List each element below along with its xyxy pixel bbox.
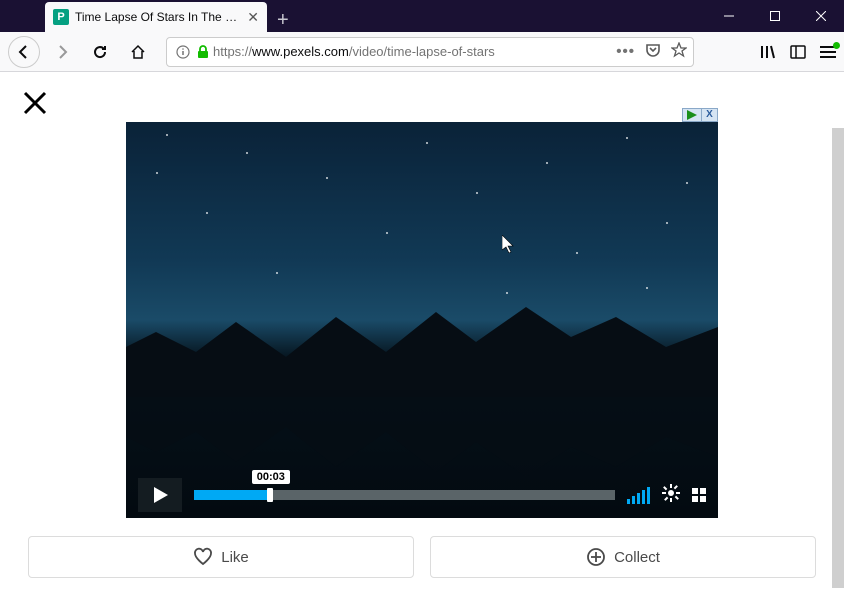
url-bar[interactable]: https://www.pexels.com/video/time-lapse-… [166, 37, 694, 67]
menu-button[interactable] [820, 46, 836, 58]
close-overlay-button[interactable] [22, 90, 48, 121]
urlbar-actions: ••• [616, 42, 687, 62]
window-maximize-button[interactable] [752, 0, 798, 32]
collect-button[interactable]: Collect [430, 536, 816, 578]
reload-button[interactable] [84, 36, 116, 68]
window-titlebar: P Time Lapse Of Stars In The Sky ✕ + [0, 0, 844, 32]
pocket-icon[interactable] [645, 42, 661, 62]
heart-icon [193, 547, 213, 567]
url-host: www.pexels.com [252, 44, 349, 59]
download-helper-bar: X [682, 108, 718, 122]
video-player[interactable]: 00:03 [126, 122, 718, 518]
progress-handle[interactable] [267, 488, 273, 502]
browser-tab[interactable]: P Time Lapse Of Stars In The Sky ✕ [45, 2, 267, 32]
site-info-icon[interactable] [173, 45, 193, 59]
video-controls: 00:03 [126, 472, 718, 518]
browser-toolbar: https://www.pexels.com/video/time-lapse-… [0, 32, 844, 72]
tab-strip: P Time Lapse Of Stars In The Sky ✕ + [0, 0, 706, 32]
play-button[interactable] [138, 478, 182, 512]
collect-label: Collect [614, 549, 660, 566]
home-button[interactable] [122, 36, 154, 68]
forward-button [46, 36, 78, 68]
like-button[interactable]: Like [28, 536, 414, 578]
menu-notification-dot [833, 42, 840, 49]
volume-icon[interactable] [627, 487, 650, 504]
new-tab-button[interactable]: + [267, 9, 299, 32]
page-actions-icon[interactable]: ••• [616, 43, 635, 60]
fullscreen-icon[interactable] [692, 488, 706, 502]
bookmark-star-icon[interactable] [671, 42, 687, 62]
video-wrapper: X [126, 122, 718, 518]
like-label: Like [221, 549, 249, 566]
url-text: https://www.pexels.com/video/time-lapse-… [213, 44, 616, 59]
settings-gear-icon[interactable] [662, 484, 680, 507]
tab-favicon: P [53, 9, 69, 25]
window-controls [706, 0, 844, 32]
action-row: Like Collect [28, 536, 816, 578]
tab-close-button[interactable]: ✕ [247, 9, 259, 26]
sidebar-icon[interactable] [790, 44, 806, 60]
toolbar-right [760, 44, 836, 60]
window-minimize-button[interactable] [706, 0, 752, 32]
video-progress-bar[interactable]: 00:03 [194, 484, 615, 506]
progress-fill [194, 490, 270, 500]
download-helper-close-icon[interactable]: X [701, 109, 717, 121]
window-close-button[interactable] [798, 0, 844, 32]
tab-title: Time Lapse Of Stars In The Sky [75, 10, 241, 24]
lock-icon [193, 45, 213, 59]
page-content: X [0, 72, 844, 590]
library-icon[interactable] [760, 44, 776, 60]
url-prefix: https:// [213, 44, 252, 59]
mouse-cursor [502, 235, 516, 258]
time-tooltip: 00:03 [252, 470, 290, 484]
back-button[interactable] [8, 36, 40, 68]
video-frame-image [126, 122, 718, 518]
scrollbar-hint[interactable] [832, 128, 844, 588]
plus-circle-icon [586, 547, 606, 567]
download-helper-play-icon[interactable] [683, 109, 701, 121]
url-path: /video/time-lapse-of-stars [349, 44, 495, 59]
